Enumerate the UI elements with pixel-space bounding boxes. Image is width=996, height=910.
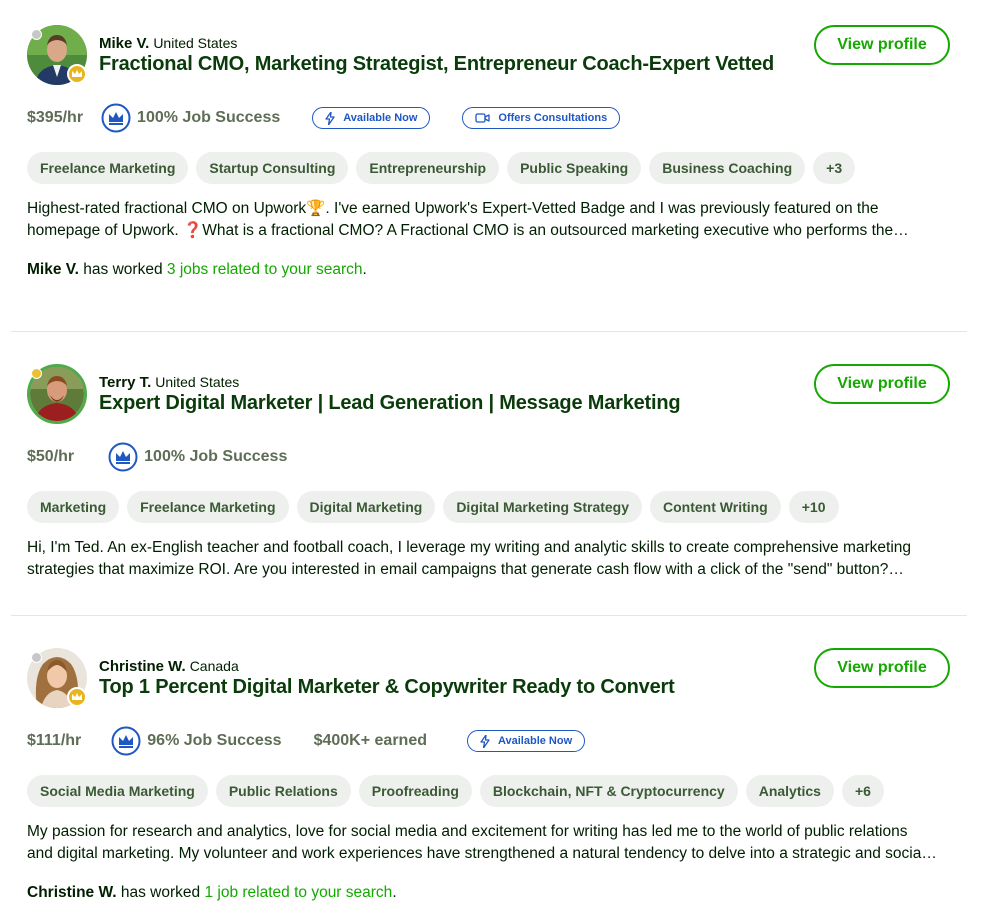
view-profile-button[interactable]: View profile bbox=[814, 364, 950, 404]
description-line: Hi, I'm Ted. An ex-English teacher and f… bbox=[27, 539, 912, 556]
worked-name: Mike V. bbox=[27, 261, 79, 278]
freelancer-title[interactable]: Top 1 Percent Digital Marketer & Copywri… bbox=[99, 676, 675, 699]
crown-icon bbox=[111, 726, 141, 756]
skill-tag[interactable]: Analytics bbox=[745, 775, 834, 807]
hourly-rate: $395/hr bbox=[27, 109, 84, 126]
skill-tag[interactable]: Digital Marketing Strategy bbox=[443, 491, 643, 523]
description-line: homepage of Upwork. ❓What is a fractiona… bbox=[27, 222, 909, 239]
more-skills-tag[interactable]: +3 bbox=[813, 152, 856, 184]
skill-tag[interactable]: Blockchain, NFT & Cryptocurrency bbox=[479, 775, 738, 807]
skill-tag[interactable]: Freelance Marketing bbox=[127, 491, 289, 523]
description-line: and digital marketing. My volunteer and … bbox=[27, 845, 937, 862]
available-now-label: Available Now bbox=[497, 735, 573, 747]
hourly-rate: $50/hr bbox=[27, 448, 75, 465]
profile-description: My passion for research and analytics, l… bbox=[27, 821, 952, 865]
related-jobs: Mike V. has worked 3 jobs related to you… bbox=[27, 261, 367, 279]
view-profile-button[interactable]: View profile bbox=[814, 25, 950, 65]
worked-name: Christine W. bbox=[27, 884, 117, 901]
avatar[interactable] bbox=[27, 364, 87, 424]
hourly-rate: $111/hr bbox=[27, 732, 82, 749]
job-success: 100% Job Success bbox=[101, 103, 280, 133]
worked-text: has worked bbox=[79, 261, 167, 278]
skill-tag[interactable]: Marketing bbox=[27, 491, 120, 523]
skill-tag[interactable]: Social Media Marketing bbox=[27, 775, 208, 807]
freelancer-title[interactable]: Expert Digital Marketer | Lead Generatio… bbox=[99, 392, 681, 415]
profile-description: Hi, I'm Ted. An ex-English teacher and f… bbox=[27, 537, 952, 581]
name-line: Christine W. Canada bbox=[99, 658, 239, 675]
skill-tag[interactable]: Public Relations bbox=[215, 775, 351, 807]
job-success-text: 100% Job Success bbox=[144, 448, 288, 465]
top-rated-badge-icon bbox=[67, 687, 87, 707]
top-rated-badge-icon bbox=[67, 64, 87, 84]
skill-tag[interactable]: Content Writing bbox=[650, 491, 781, 523]
related-jobs-link[interactable]: 3 jobs related to your search bbox=[167, 261, 363, 278]
skill-tag[interactable]: Freelance Marketing bbox=[27, 152, 189, 184]
view-profile-button[interactable]: View profile bbox=[814, 648, 950, 688]
freelancer-name[interactable]: Christine W. bbox=[99, 658, 186, 675]
description-line: strategies that maximize ROI. Are you in… bbox=[27, 561, 904, 578]
skill-tags: Marketing Freelance Marketing Digital Ma… bbox=[27, 491, 839, 523]
job-success-text: 96% Job Success bbox=[147, 732, 282, 749]
available-now-badge: Available Now bbox=[312, 107, 431, 129]
stats-row: $111/hr 96% Job Success $400K+ earned Av… bbox=[27, 725, 586, 757]
skill-tags: Freelance Marketing Startup Consulting E… bbox=[27, 152, 856, 184]
offers-consultations-label: Offers Consultations bbox=[498, 112, 608, 124]
available-now-badge: Available Now bbox=[466, 730, 586, 752]
stats-row: $395/hr 100% Job Success Available Now O… bbox=[27, 102, 621, 134]
freelancer-country: United States bbox=[155, 374, 240, 390]
more-skills-tag[interactable]: +6 bbox=[841, 775, 884, 807]
stats-row: $50/hr 100% Job Success bbox=[27, 441, 287, 473]
offers-consultations-badge: Offers Consultations bbox=[462, 107, 621, 129]
avatar[interactable] bbox=[27, 25, 87, 85]
avatar[interactable] bbox=[27, 648, 87, 708]
offline-status-dot-icon bbox=[31, 652, 42, 663]
name-line: Mike V. United States bbox=[99, 35, 237, 52]
job-success: 100% Job Success bbox=[108, 442, 287, 472]
freelancer-title[interactable]: Fractional CMO, Marketing Strategist, En… bbox=[99, 53, 774, 76]
name-line: Terry T. United States bbox=[99, 374, 239, 391]
skill-tag[interactable]: Business Coaching bbox=[649, 152, 806, 184]
more-skills-tag[interactable]: +10 bbox=[788, 491, 839, 523]
offline-status-dot-icon bbox=[31, 29, 42, 40]
crown-icon bbox=[108, 442, 138, 472]
skill-tag[interactable]: Entrepreneurship bbox=[356, 152, 500, 184]
lightning-icon bbox=[325, 111, 335, 125]
worked-text: has worked bbox=[116, 884, 205, 901]
skill-tag[interactable]: Digital Marketing bbox=[296, 491, 436, 523]
description-line: My passion for research and analytics, l… bbox=[27, 823, 908, 840]
freelancer-country: Canada bbox=[189, 658, 239, 674]
crown-icon bbox=[101, 103, 131, 133]
skill-tags: Social Media Marketing Public Relations … bbox=[27, 775, 884, 807]
lightning-icon bbox=[480, 734, 490, 748]
worked-end: . bbox=[392, 884, 397, 901]
online-status-dot-icon bbox=[31, 368, 42, 379]
skill-tag[interactable]: Proofreading bbox=[358, 775, 472, 807]
job-success-text: 100% Job Success bbox=[137, 109, 281, 126]
worked-end: . bbox=[362, 261, 367, 278]
divider bbox=[11, 331, 967, 332]
available-now-label: Available Now bbox=[343, 112, 418, 124]
job-success: 96% Job Success bbox=[111, 726, 282, 756]
freelancer-name[interactable]: Mike V. bbox=[99, 35, 149, 52]
skill-tag[interactable]: Startup Consulting bbox=[196, 152, 349, 184]
related-jobs-link[interactable]: 1 job related to your search bbox=[204, 884, 392, 901]
skill-tag[interactable]: Public Speaking bbox=[507, 152, 642, 184]
freelancer-country: United States bbox=[153, 35, 238, 51]
description-line: Highest-rated fractional CMO on Upwork🏆.… bbox=[27, 200, 879, 217]
video-camera-icon bbox=[475, 113, 491, 123]
freelancer-name[interactable]: Terry T. bbox=[99, 374, 151, 391]
total-earned: $400K+ earned bbox=[313, 732, 427, 749]
related-jobs: Christine W. has worked 1 job related to… bbox=[27, 884, 397, 902]
divider bbox=[11, 615, 967, 616]
profile-description: Highest-rated fractional CMO on Upwork🏆.… bbox=[27, 198, 952, 242]
